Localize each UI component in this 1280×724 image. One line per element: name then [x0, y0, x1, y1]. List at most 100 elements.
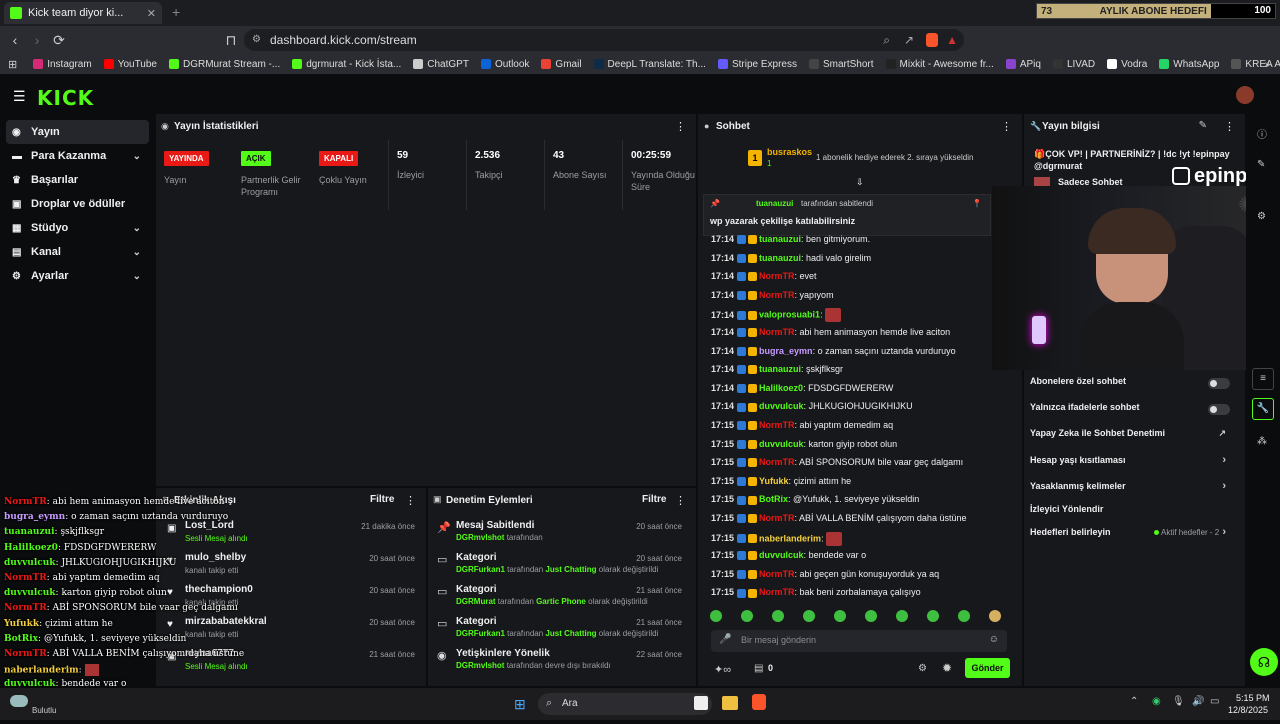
emote-icon[interactable] — [772, 610, 784, 622]
bookmark-item[interactable]: APiq — [1005, 59, 1041, 70]
moderation-actor[interactable]: DGRmvlshot — [456, 661, 504, 670]
emote-icon[interactable] — [896, 610, 908, 622]
chat-message[interactable]: 17:14 NormTR: abi hem animasyon hemde liv… — [711, 327, 1011, 345]
clock-time[interactable]: 5:15 PM — [1236, 693, 1270, 703]
tray-overflow-icon[interactable]: ⌃ — [1130, 696, 1138, 707]
bookmark-item[interactable]: DeepL Translate: Th... — [593, 59, 706, 70]
new-tab-button[interactable]: + — [172, 4, 180, 20]
chevron-down-icon[interactable]: ⌄ — [133, 271, 141, 282]
chat-input[interactable]: 🎤 Bir mesaj gönderin ☺ — [711, 630, 1007, 652]
chat-username[interactable]: NormTR — [759, 513, 795, 523]
chat-setting-row[interactable]: Hedefleri belirleyin › Aktif hedefler - 2 — [1030, 526, 1230, 551]
share-icon[interactable]: ↗ — [904, 29, 914, 51]
moderation-actor[interactable]: DGRMurat — [456, 597, 496, 606]
task-view-icon[interactable] — [694, 696, 708, 710]
browser-tab[interactable]: Kick team diyor ki... ✕ — [4, 2, 162, 24]
chat-message[interactable]: 17:14 tuanauzui: hadi valo girelim — [711, 253, 1011, 271]
microphone-tray-icon[interactable]: 🎙 — [1172, 696, 1185, 707]
chat-username[interactable]: NormTR — [759, 587, 795, 597]
forward-arrow-icon[interactable]: › — [26, 32, 48, 48]
hamburger-menu-icon[interactable]: ☰ — [13, 88, 26, 105]
chat-username[interactable]: duvvulcuk — [759, 550, 804, 560]
chat-username[interactable]: NormTR — [759, 290, 795, 300]
chevron-down-icon[interactable]: ⌄ — [133, 151, 141, 162]
windows-start-icon[interactable]: ⊞ — [514, 696, 526, 713]
list-item[interactable]: ▭ Kategori DGRFurkan1 tarafından Just Chat… — [435, 616, 690, 648]
emote-icon[interactable] — [958, 610, 970, 622]
sidebar-item[interactable]: ♛ Başarılar — [6, 168, 149, 192]
support-chat-icon[interactable]: ☊ — [1250, 648, 1278, 676]
reload-icon[interactable]: ⟳ — [48, 32, 70, 49]
unpin-icon[interactable]: 📍 — [972, 199, 982, 208]
file-explorer-icon[interactable] — [722, 696, 738, 710]
chat-message[interactable]: 17:15 duvvulcuk: karton giyip robot olun — [711, 439, 1011, 457]
chat-username[interactable]: tuanauzui — [759, 253, 801, 263]
chat-message[interactable]: 17:14 valoprosuabi1: — [711, 308, 1011, 326]
chat-username[interactable]: NormTR — [759, 327, 795, 337]
collapse-icon[interactable]: ⇩ — [856, 177, 864, 188]
more-options-icon[interactable]: ⋮ — [1001, 120, 1012, 133]
sidebar-item[interactable]: ▤ Kanal ⌄ — [6, 240, 149, 264]
send-button[interactable]: Gönder — [965, 658, 1010, 678]
info-icon[interactable]: ⓘ — [1257, 126, 1267, 141]
emote-icon[interactable] — [710, 610, 722, 622]
address-bar[interactable]: ⚙ dashboard.kick.com/stream ⌕ ↗ ▲ — [244, 29, 964, 51]
battery-icon[interactable]: ▭ — [1210, 696, 1219, 707]
chat-setting-row[interactable]: Yapay Zeka ile Sohbet Denetimi ↗ — [1030, 428, 1230, 452]
quick-emotes-icon[interactable]: ✦∞ — [714, 663, 731, 676]
bookmark-icon[interactable]: ⊓ — [220, 32, 242, 49]
microphone-icon[interactable]: 🎤 — [719, 634, 731, 645]
edit-icon[interactable]: ✎ — [1257, 159, 1265, 170]
chat-setting-row[interactable]: Yalnızca ifadelerle sohbet — [1030, 402, 1230, 426]
mod-tools-icon[interactable]: 🔧 — [1252, 398, 1274, 420]
site-info-icon[interactable]: ⚙ — [252, 29, 261, 51]
chat-setting-row[interactable]: İzleyici Yönlendir — [1030, 504, 1230, 528]
chat-username[interactable]: NormTR — [759, 569, 795, 579]
chat-username[interactable]: duvvulcuk — [759, 401, 804, 411]
bookmark-item[interactable]: Vodra — [1107, 59, 1147, 70]
chevron-right-icon[interactable]: › — [1222, 480, 1226, 492]
panel-toggle-icon[interactable]: ≡ — [1252, 368, 1274, 390]
sidebar-item[interactable]: ⚙ Ayarlar ⌄ — [6, 264, 149, 288]
chat-message[interactable]: 17:15 NormTR: abi yaptım demedim aq — [711, 420, 1011, 438]
chat-message[interactable]: 17:15 Yufukk: çizimi attım he — [711, 476, 1011, 494]
gear-icon[interactable]: ⚙ — [1257, 211, 1266, 222]
bookmark-item[interactable]: DGRMurat Stream -... — [168, 59, 280, 70]
emote-icon[interactable] — [803, 610, 815, 622]
bookmark-item[interactable]: YouTube — [103, 59, 157, 70]
chat-message[interactable]: 17:14 NormTR: yapıyom — [711, 290, 1011, 308]
chat-message[interactable]: 17:14 Halilkoez0: FDSDGFDWERERW — [711, 383, 1011, 401]
filter-button[interactable]: Filtre — [642, 494, 666, 505]
chat-message[interactable]: 17:14 duvvulcuk: JHLKUGIOHJUGIKHIJKU — [711, 401, 1011, 419]
moderation-actor[interactable]: DGRFurkan1 — [456, 629, 505, 638]
sidebar-item[interactable]: ▦ Stüdyo ⌄ — [6, 216, 149, 240]
chat-tools-icon[interactable]: ✹ — [942, 661, 952, 675]
bookmark-item[interactable]: ChatGPT — [413, 59, 469, 70]
external-link-icon[interactable]: ↗ — [1218, 428, 1226, 439]
list-item[interactable]: ♥ mirzababatekkral kanalı takip etti 20 saa… — [165, 616, 425, 648]
bookmark-item[interactable]: LIVAD — [1052, 59, 1095, 70]
bookmark-item[interactable]: dgrmurat - Kick İsta... — [292, 59, 401, 70]
chat-username[interactable]: tuanauzui — [759, 364, 801, 374]
chat-message[interactable]: 17:14 bugra_eymn: o zaman saçını uztanda … — [711, 346, 1011, 364]
chevron-down-icon[interactable]: ⌄ — [133, 223, 141, 234]
chat-message[interactable]: 17:15 NormTR: bak beni zorbalamaya çalışı… — [711, 587, 1011, 605]
chat-username[interactable]: BotRix — [759, 494, 788, 504]
chat-message[interactable]: 17:15 naberlanderim: — [711, 531, 1011, 550]
brave-taskbar-icon[interactable] — [752, 694, 766, 710]
tray-app-icon[interactable]: ◉ — [1152, 696, 1161, 707]
bookmark-item[interactable]: Gmail — [541, 59, 582, 70]
bookmark-item[interactable]: Stripe Express — [717, 59, 797, 70]
chat-username[interactable]: Halilkoez0 — [759, 383, 803, 393]
chat-username[interactable]: tuanauzui — [759, 234, 801, 244]
chat-message[interactable]: 17:14 NormTR: evet — [711, 271, 1011, 289]
chat-message[interactable]: 17:14 tuanauzui: şskjflksgr — [711, 364, 1011, 382]
more-options-icon[interactable]: ⋮ — [675, 120, 686, 133]
chat-message[interactable]: 17:15 NormTR: ABİ SPONSORUM bile vaar geç… — [711, 457, 1011, 475]
chat-setting-row[interactable]: Yasaklanmış kelimeler › — [1030, 480, 1230, 505]
chat-username[interactable]: Yufukk — [759, 476, 789, 486]
chat-setting-row[interactable]: Hesap yaşı kısıtlaması › — [1030, 454, 1230, 479]
chat-username[interactable]: valoprosuabi1 — [759, 310, 820, 320]
bookmark-item[interactable]: Outlook — [480, 59, 529, 70]
filter-button[interactable]: Filtre — [370, 494, 394, 505]
